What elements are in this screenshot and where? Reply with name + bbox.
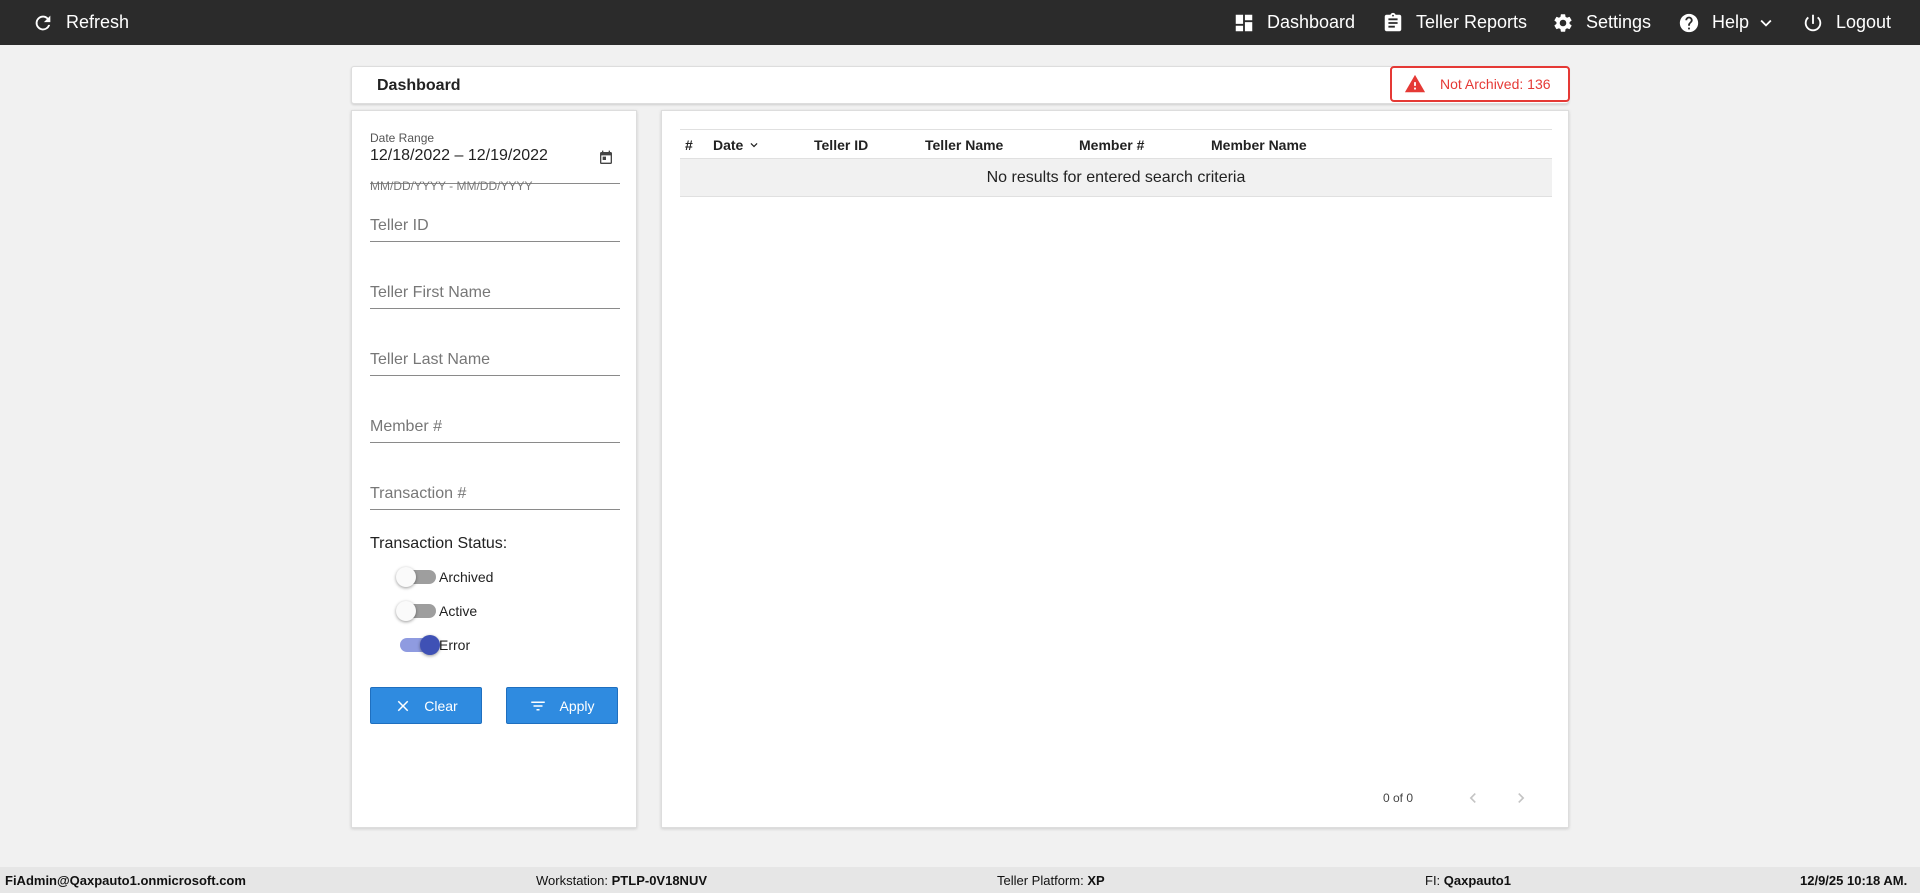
footer-workstation-label: Workstation: [536, 873, 609, 888]
refresh-icon [35, 15, 51, 30]
refresh-button[interactable]: Refresh [32, 0, 129, 45]
nav-teller-reports[interactable]: Teller Reports [1382, 0, 1527, 45]
filter-panel: Date Range 12/18/2022 – 12/19/2022 MM/DD… [351, 110, 637, 828]
col-date[interactable]: Date [713, 137, 761, 153]
status-footer: FiAdmin@Qaxpauto1.onmicrosoft.com Workst… [0, 867, 1920, 893]
archived-label: Archived [439, 569, 494, 585]
col-number-label: # [685, 137, 693, 153]
col-teller-id[interactable]: Teller ID [814, 137, 868, 153]
gear-icon [1554, 13, 1572, 32]
nav-dashboard-label: Dashboard [1267, 12, 1356, 32]
pagination-count: 0 of 0 [1383, 791, 1414, 805]
col-teller-name-label: Teller Name [925, 137, 1004, 153]
date-range-label: Date Range [370, 131, 435, 145]
close-icon [398, 700, 409, 711]
footer-workstation: Workstation: PTLP-0V18NUV [536, 873, 707, 888]
footer-platform-label: Teller Platform: [997, 873, 1084, 888]
chevron-left-icon [1469, 793, 1476, 803]
apply-button[interactable]: Apply [506, 687, 618, 724]
apply-label: Apply [559, 697, 595, 714]
footer-teller-platform: Teller Platform: XP [997, 873, 1105, 888]
col-member-name-label: Member Name [1211, 137, 1307, 153]
calendar-icon[interactable] [598, 150, 614, 166]
clipboard-icon [1384, 12, 1402, 31]
refresh-label: Refresh [66, 12, 130, 32]
date-range-value[interactable]: 12/18/2022 – 12/19/2022 [370, 147, 620, 165]
footer-platform-value: XP [1087, 873, 1105, 888]
results-panel: # Date Teller ID Teller Name Member # Me… [661, 110, 1569, 828]
teller-id-placeholder: Teller ID [370, 217, 429, 234]
clear-button[interactable]: Clear [370, 687, 482, 724]
top-nav-bar: Refresh Dashboard Teller Reports Setting… [0, 0, 1920, 45]
nav-settings[interactable]: Settings [1552, 0, 1651, 45]
status-toggle-archived-row: Archived [396, 567, 494, 587]
col-date-label: Date [713, 137, 744, 153]
teller-last-name-input[interactable]: Teller Last Name [370, 351, 620, 376]
archived-toggle[interactable] [396, 567, 436, 587]
col-teller-name[interactable]: Teller Name [925, 137, 1003, 153]
page-title: Dashboard [377, 77, 461, 94]
footer-user: FiAdmin@Qaxpauto1.onmicrosoft.com [5, 873, 246, 888]
previous-page-button[interactable] [1462, 787, 1484, 809]
nav-logout-label: Logout [1836, 12, 1892, 32]
dashboard-icon [1235, 14, 1253, 31]
status-toggle-error-row: Error [400, 635, 471, 655]
footer-fi: FI: Qaxpauto1 [1425, 873, 1511, 888]
error-label: Error [439, 637, 471, 653]
col-member-number-label: Member # [1079, 137, 1145, 153]
transaction-status-title: Transaction Status: [370, 535, 508, 552]
member-number-placeholder: Member # [370, 418, 443, 435]
table-header: # Date Teller ID Teller Name Member # Me… [680, 129, 1552, 159]
footer-fi-label: FI: [1425, 873, 1441, 888]
not-archived-alert[interactable]: Not Archived: 136 [1390, 66, 1570, 102]
dashboard-header: Dashboard [351, 66, 1569, 104]
nav-settings-label: Settings [1586, 12, 1652, 32]
teller-first-name-placeholder: Teller First Name [370, 284, 491, 301]
power-icon [1804, 14, 1822, 31]
active-toggle[interactable] [396, 601, 436, 621]
nav-logout[interactable]: Logout [1802, 0, 1891, 45]
col-number[interactable]: # [685, 137, 693, 153]
empty-results-message: No results for entered search criteria [680, 159, 1552, 197]
footer-fi-value: Qaxpauto1 [1443, 873, 1511, 888]
help-circle-icon [1679, 13, 1699, 32]
col-member-number[interactable]: Member # [1079, 137, 1144, 153]
member-number-input[interactable]: Member # [370, 418, 620, 443]
clear-label: Clear [424, 697, 458, 714]
footer-workstation-value: PTLP-0V18NUV [611, 873, 708, 888]
col-member-name[interactable]: Member Name [1211, 137, 1307, 153]
error-toggle[interactable] [400, 635, 440, 655]
teller-id-input[interactable]: Teller ID [370, 217, 620, 242]
teller-first-name-input[interactable]: Teller First Name [370, 284, 620, 309]
date-format-hint: MM/DD/YYYY - MM/DD/YYYY [370, 179, 533, 193]
teller-last-name-placeholder: Teller Last Name [370, 351, 491, 368]
chevron-right-icon [1518, 793, 1525, 803]
col-teller-id-label: Teller ID [814, 137, 869, 153]
warning-icon [1404, 74, 1426, 93]
chevron-down-icon [750, 143, 758, 148]
nav-dashboard[interactable]: Dashboard [1233, 0, 1355, 45]
chevron-down-icon [1760, 19, 1772, 27]
nav-help[interactable]: Help [1678, 0, 1789, 45]
date-range-field[interactable]: Date Range 12/18/2022 – 12/19/2022 [370, 131, 620, 184]
not-archived-count: Not Archived: 136 [1440, 76, 1551, 92]
transaction-number-input[interactable]: Transaction # [370, 485, 620, 510]
footer-datetime: 12/9/25 10:18 AM. [1800, 873, 1908, 888]
transaction-number-placeholder: Transaction # [370, 485, 467, 502]
nav-help-label: Help [1712, 12, 1750, 32]
filter-icon [531, 701, 546, 710]
status-toggle-active-row: Active [396, 601, 478, 621]
active-label: Active [439, 603, 478, 619]
nav-teller-reports-label: Teller Reports [1416, 12, 1528, 32]
next-page-button[interactable] [1510, 787, 1532, 809]
